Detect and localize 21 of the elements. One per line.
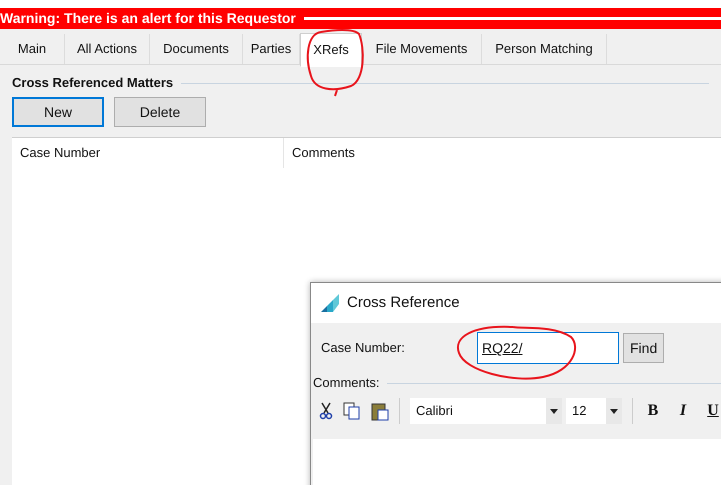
toolbar-button[interactable]: New bbox=[12, 97, 104, 127]
find-button[interactable]: Find bbox=[623, 333, 664, 363]
column-header[interactable]: Case Number bbox=[12, 138, 284, 168]
section-title: Cross Referenced Matters bbox=[12, 74, 174, 92]
toolbar-button[interactable]: Delete bbox=[114, 97, 206, 127]
size-dropdown[interactable]: 12 bbox=[572, 401, 586, 421]
font-dropdown[interactable]: Calibri bbox=[416, 401, 453, 421]
comments-label: Comments: bbox=[313, 374, 380, 392]
format-button[interactable]: B bbox=[643, 399, 663, 423]
paste-icon bbox=[371, 401, 389, 421]
format-button[interactable]: I bbox=[673, 399, 693, 423]
app-logo-icon bbox=[319, 292, 341, 314]
case-number-field[interactable]: RQ22/ bbox=[477, 332, 619, 364]
tab[interactable]: XRefs bbox=[300, 33, 362, 67]
cut-icon bbox=[319, 402, 333, 420]
format-button[interactable]: U bbox=[703, 399, 721, 423]
copy-icon bbox=[343, 402, 361, 420]
dialog-title: Cross Reference bbox=[347, 292, 460, 313]
field-label: Case Number: bbox=[321, 339, 406, 358]
warning-text: Warning: There is an alert for this Requestor bbox=[0, 9, 296, 28]
column-header[interactable]: Comments bbox=[284, 138, 355, 168]
